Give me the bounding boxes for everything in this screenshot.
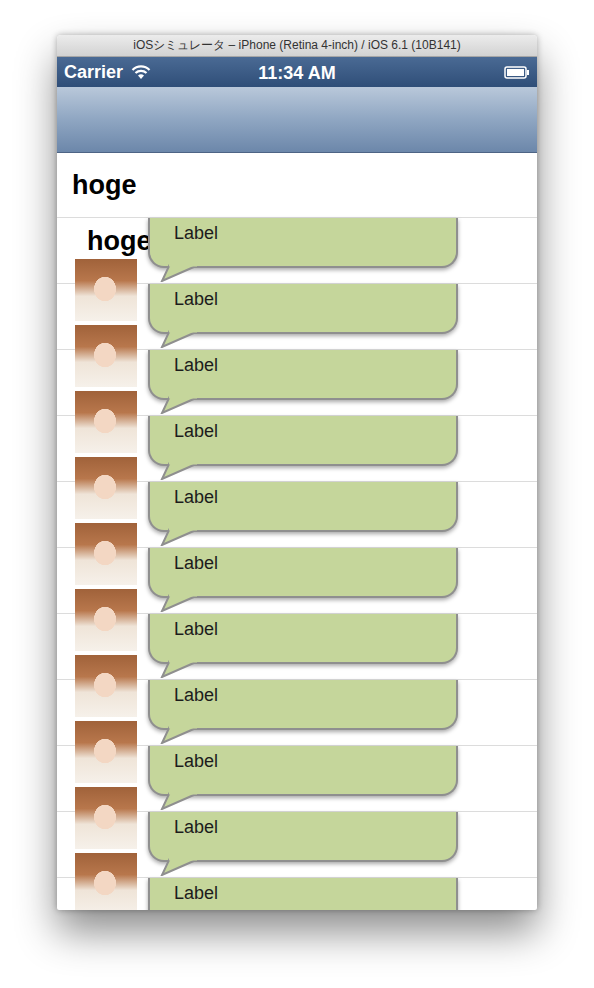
bubble-label: Label [174,355,218,375]
avatar-photo [75,457,137,519]
wifi-icon [131,65,151,80]
bubble-body: Label [148,416,458,466]
bubble-label: Label [174,619,218,639]
avatar-photo [75,655,137,717]
bubble-label: Label [174,421,218,441]
bubble-tail-icon [156,726,216,744]
bubble-tail-icon [156,792,216,810]
bubble-tail-icon [156,594,216,612]
bubble-label: Label [174,883,218,903]
speech-bubble: Label [148,350,458,400]
table-row[interactable]: hoge [57,153,537,218]
avatar-photo [75,853,137,910]
bubble-label: Label [174,685,218,705]
bubble-body: Label [148,812,458,862]
bubble-body: Label [148,680,458,730]
bubble-label: Label [174,751,218,771]
bubble-body: Label [148,218,458,268]
bubble-label: Label [174,553,218,573]
battery-icon [504,66,530,79]
speech-bubble: Label [148,614,458,664]
bubble-body: Label [148,878,458,910]
bubble-body: Label [148,482,458,532]
bubble-body: Label [148,746,458,796]
speech-bubble: Label [148,548,458,598]
bubble-tail-icon [156,264,216,282]
speech-bubble: Label [148,878,458,910]
speech-bubble: Label [148,482,458,532]
bubble-label: Label [174,817,218,837]
bubble-label: Label [174,289,218,309]
bubble-body: Label [148,284,458,334]
table-view[interactable]: hoge hoge Label Label Label Label Label Label La… [57,153,537,910]
speech-bubble: Label [148,284,458,334]
window-title: iOSシミュレータ – iPhone (Retina 4-inch) / iOS… [133,38,460,52]
status-bar: Carrier 11:34 AM [57,57,537,87]
row-title: hoge [72,226,152,256]
bubble-body: Label [148,614,458,664]
row-title: hoge [57,153,537,200]
bubble-tail-icon [156,330,216,348]
bubble-label: Label [174,487,218,507]
bubble-label: Label [174,223,218,243]
bubble-tail-icon [156,396,216,414]
avatar-photo [75,523,137,585]
speech-bubble: Label [148,218,458,268]
avatar-photo [75,721,137,783]
speech-bubble: Label [148,680,458,730]
avatar-photo [75,391,137,453]
bubble-body: Label [148,548,458,598]
simulator-window: iOSシミュレータ – iPhone (Retina 4-inch) / iOS… [57,35,537,910]
speech-bubble: Label [148,812,458,862]
bubble-tail-icon [156,528,216,546]
avatar-photo [75,787,137,849]
bubble-tail-icon [156,660,216,678]
bubble-tail-icon [156,858,216,876]
speech-bubble: Label [148,746,458,796]
navigation-bar [57,87,537,153]
speech-bubble: Label [148,416,458,466]
avatar-photo [75,589,137,651]
bubble-tail-icon [156,462,216,480]
avatar-photo [75,259,137,321]
clock: 11:34 AM [57,60,537,87]
table-row[interactable]: hoge Label [57,218,537,284]
bubble-body: Label [148,350,458,400]
title-bar: iOSシミュレータ – iPhone (Retina 4-inch) / iOS… [57,35,537,57]
carrier-label: Carrier [64,59,123,86]
avatar-photo [75,325,137,387]
